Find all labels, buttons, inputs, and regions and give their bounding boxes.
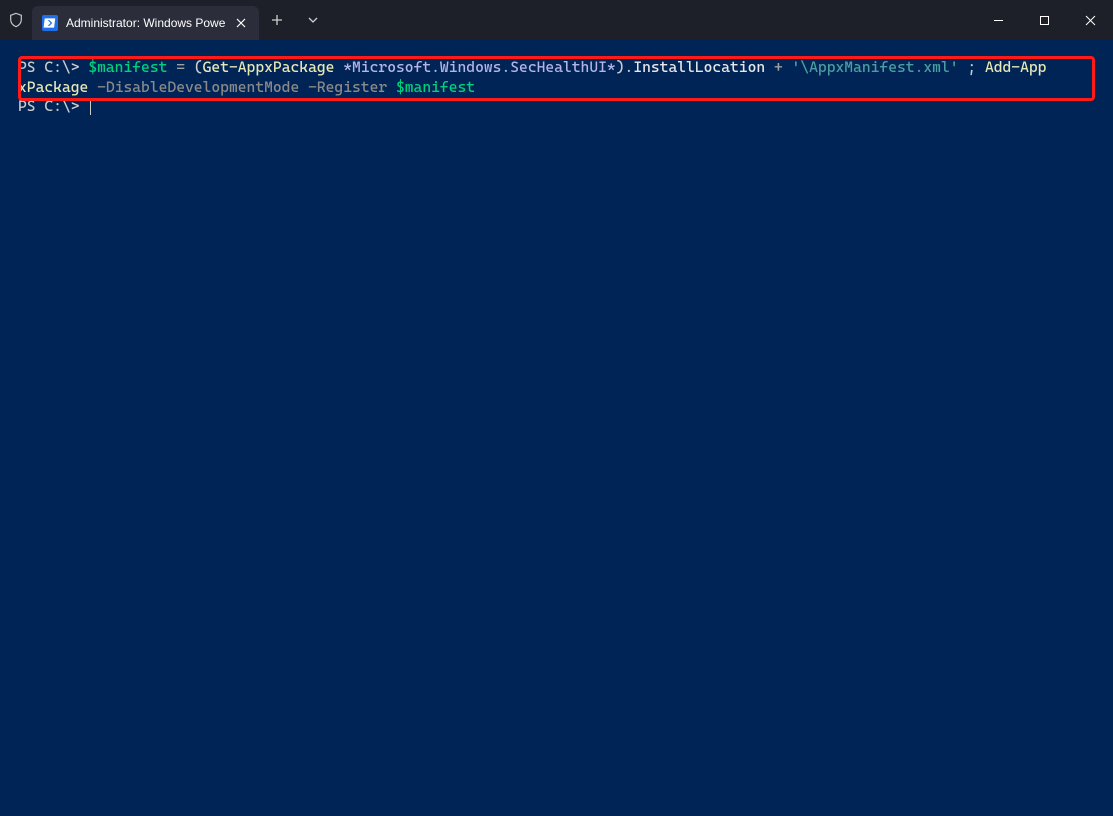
- token-semicolon: ;: [967, 58, 976, 76]
- token-operator: =: [176, 58, 185, 76]
- token-parameter: -DisableDevelopmentMode: [97, 78, 299, 96]
- token-string: '\AppxManifest.xml': [792, 58, 959, 76]
- tab-active[interactable]: Administrator: Windows Powe: [32, 6, 259, 40]
- tab-title: Administrator: Windows Powe: [66, 16, 225, 30]
- command-line-1: PS C:\> $manifest = (Get-AppxPackage *Mi…: [18, 58, 1046, 76]
- maximize-button[interactable]: [1021, 0, 1067, 40]
- token-cmdlet: xPackage: [18, 78, 88, 96]
- powershell-icon: [42, 15, 58, 31]
- token-operator: +: [774, 58, 783, 76]
- token-cmdlet: Add-App: [985, 58, 1047, 76]
- app-shield-icon: [0, 0, 32, 40]
- token-member: InstallLocation: [633, 58, 765, 76]
- tab-dropdown-button[interactable]: [295, 0, 331, 40]
- titlebar: Administrator: Windows Powe: [0, 0, 1113, 40]
- minimize-button[interactable]: [975, 0, 1021, 40]
- command-line-2: xPackage -DisableDevelopmentMode -Regist…: [18, 78, 475, 96]
- window-controls: [975, 0, 1113, 40]
- token-dot: .: [625, 58, 634, 76]
- prompt: PS C:\>: [18, 58, 88, 76]
- token-cmdlet: Get-AppxPackage: [203, 58, 335, 76]
- titlebar-drag-area[interactable]: [331, 0, 975, 40]
- tab-close-button[interactable]: [233, 15, 249, 31]
- cursor: [90, 99, 91, 115]
- token-parameter: -Register: [308, 78, 387, 96]
- token-variable: $manifest: [396, 78, 475, 96]
- token-paren: ): [616, 58, 625, 76]
- prompt: PS C:\>: [18, 97, 88, 115]
- close-button[interactable]: [1067, 0, 1113, 40]
- terminal-body[interactable]: PS C:\> $manifest = (Get-AppxPackage *Mi…: [0, 40, 1113, 816]
- token-paren: (: [194, 58, 203, 76]
- token-variable: $manifest: [88, 58, 167, 76]
- prompt-line: PS C:\>: [18, 97, 91, 115]
- token-argument: *Microsoft.Windows.SecHealthUI*: [343, 58, 615, 76]
- new-tab-button[interactable]: [259, 0, 295, 40]
